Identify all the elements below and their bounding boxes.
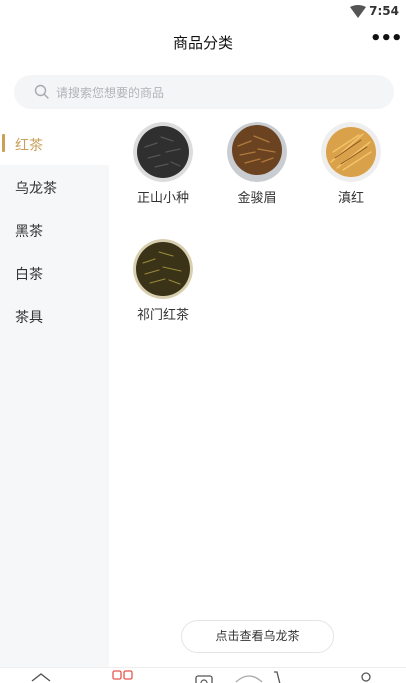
sidebar-item-white-tea[interactable]: 白茶: [0, 251, 109, 294]
category-sidebar: 红茶 乌龙茶 黑茶 白茶 茶具: [0, 122, 109, 667]
product-label: 正山小种: [136, 191, 189, 206]
product-label: 滇红: [337, 191, 364, 206]
product-item[interactable]: 祁门红茶: [118, 239, 208, 339]
sidebar-item-label: 红茶: [15, 138, 43, 154]
search-icon: [34, 84, 49, 99]
category-icon[interactable]: [112, 670, 134, 683]
product-item[interactable]: 正山小种: [118, 122, 208, 222]
product-item[interactable]: 滇红: [306, 122, 396, 222]
product-label: 金骏眉: [237, 191, 277, 206]
product-image: [227, 122, 287, 182]
product-item[interactable]: 金骏眉: [212, 122, 302, 222]
sidebar-item-black-tea[interactable]: 红茶: [0, 122, 109, 165]
camera-icon[interactable]: [193, 672, 215, 683]
product-image: [133, 239, 193, 299]
sidebar-item-label: 乌龙茶: [15, 181, 57, 197]
sidebar-item-dark-tea[interactable]: 黑茶: [0, 208, 109, 251]
sidebar-item-label: 黑茶: [15, 224, 43, 240]
nav-bar: 商品分类 •••: [0, 24, 406, 62]
cart-icon[interactable]: [272, 670, 294, 683]
search-placeholder: 请搜索您想要的商品: [56, 86, 165, 100]
active-indicator: [2, 134, 5, 152]
view-next-category-button[interactable]: 点击查看乌龙茶: [181, 620, 334, 653]
product-label: 祁门红茶: [136, 308, 189, 323]
home-icon[interactable]: [30, 671, 52, 683]
product-image: [133, 122, 193, 182]
product-image: [321, 122, 381, 182]
sidebar-item-label: 白茶: [15, 267, 43, 283]
sidebar-item-tea-ware[interactable]: 茶具: [0, 294, 109, 337]
sidebar-item-oolong[interactable]: 乌龙茶: [0, 165, 109, 208]
user-icon[interactable]: [355, 670, 377, 683]
tea-icon[interactable]: [234, 672, 264, 683]
status-bar: 7:54: [0, 0, 406, 24]
search-bar[interactable]: 请搜索您想要的商品: [14, 75, 394, 109]
wifi-icon: [350, 5, 366, 18]
more-menu-button[interactable]: •••: [370, 28, 403, 52]
sidebar-item-label: 茶具: [15, 310, 43, 326]
clock: 7:54: [369, 4, 399, 18]
page-title: 商品分类: [172, 34, 233, 52]
bottom-tab-bar: [0, 667, 406, 683]
